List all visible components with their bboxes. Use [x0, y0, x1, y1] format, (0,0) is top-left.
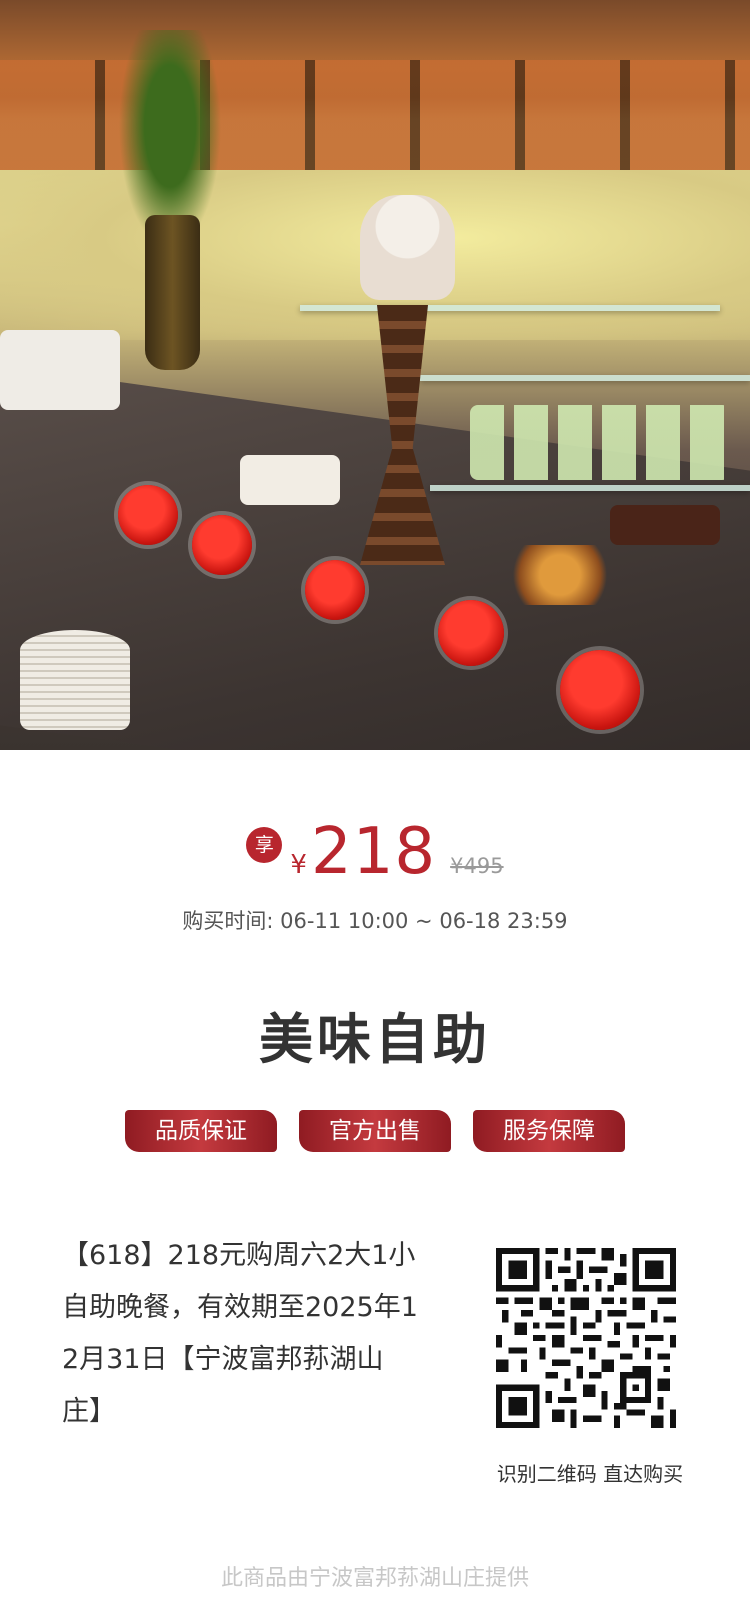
discount-badge: 享	[246, 827, 283, 863]
red-jar-lid	[438, 600, 504, 666]
tag-official: 官方出售	[299, 1110, 451, 1152]
glass-shelf	[430, 485, 750, 491]
red-jar-lid	[118, 485, 178, 545]
vase	[145, 215, 200, 370]
cake	[240, 455, 340, 505]
qr-code-icon[interactable]	[496, 1248, 676, 1428]
currency-symbol: ¥	[290, 850, 307, 880]
provider-footer: 此商品由宁波富邦荪湖山庄提供	[220, 1566, 529, 1591]
price-row: 享 ¥ 218 ¥495	[0, 820, 750, 884]
original-price: ¥495	[450, 854, 504, 878]
purchase-time: 购买时间: 06-11 10:00 ~ 06-18 23:59	[182, 909, 568, 933]
chef-statue	[360, 195, 455, 300]
product-title: 美味自助	[259, 1008, 491, 1071]
pastries	[500, 545, 620, 605]
dessert-cups	[470, 405, 730, 480]
guarantee-tags: 品质保证 官方出售 服务保障	[0, 1110, 750, 1152]
cake-plate	[0, 330, 120, 410]
red-jar-lid	[560, 650, 640, 730]
product-description: 【618】218元购周六2大1小自助晚餐，有效期至2025年12月31日【宁波富…	[62, 1240, 418, 1427]
qr-caption: 识别二维码 直达购买	[496, 1462, 684, 1486]
tag-quality: 品质保证	[125, 1110, 277, 1152]
current-price: 218	[310, 815, 437, 889]
red-jar-lid	[305, 560, 365, 620]
brownies	[610, 505, 720, 545]
hero-photo	[0, 0, 750, 750]
glass-shelf	[420, 375, 750, 381]
plate-stack	[20, 630, 130, 730]
tag-service: 服务保障	[473, 1110, 625, 1152]
red-jar-lid	[192, 515, 252, 575]
glass-shelf	[300, 305, 720, 311]
